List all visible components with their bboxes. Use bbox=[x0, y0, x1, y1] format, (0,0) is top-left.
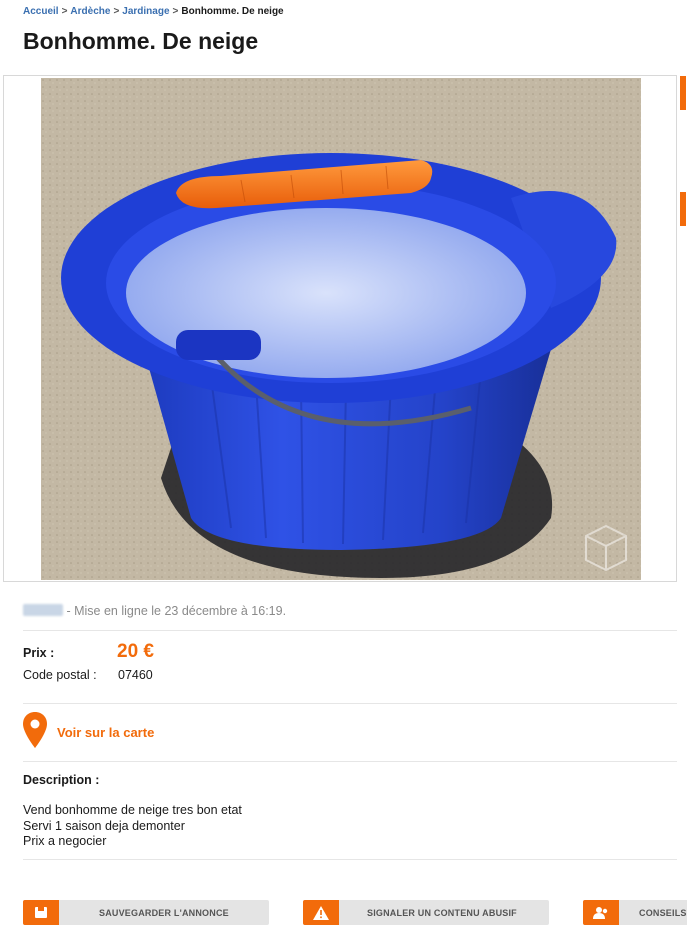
description-line: Prix a negocier bbox=[23, 834, 107, 848]
map-link-label: Voir sur la carte bbox=[57, 724, 155, 740]
divider bbox=[23, 859, 677, 860]
description-label: Description : bbox=[23, 773, 100, 787]
warning-icon bbox=[303, 900, 339, 925]
postal-code-value: 07460 bbox=[118, 668, 153, 682]
posted-date-text: - Mise en ligne le 23 décembre à 16:19. bbox=[66, 604, 287, 618]
breadcrumb: Accueil > Ardèche > Jardinage > Bonhomme. De n… bbox=[23, 6, 284, 17]
posted-date: - Mise en ligne le 23 décembre à 16:19. bbox=[23, 604, 286, 618]
listing-photo[interactable] bbox=[41, 78, 641, 580]
seller-name-blurred[interactable] bbox=[23, 604, 63, 616]
divider bbox=[23, 630, 677, 631]
advice-button[interactable]: CONSEILS bbox=[583, 900, 687, 925]
price-value: 20 € bbox=[117, 641, 154, 662]
photo-side-tab[interactable] bbox=[680, 76, 686, 110]
advice-label: CONSEILS bbox=[639, 907, 687, 918]
description-line: Vend bonhomme de neige tres bon etat bbox=[23, 803, 242, 817]
price-label: Prix : bbox=[23, 646, 55, 660]
save-icon bbox=[23, 900, 59, 925]
map-link[interactable]: Voir sur la carte bbox=[23, 711, 155, 753]
breadcrumb-link-region[interactable]: Ardèche bbox=[70, 6, 110, 17]
report-abuse-button[interactable]: SIGNALER UN CONTENU ABUSIF bbox=[303, 900, 549, 925]
page-title: Bonhomme. De neige bbox=[23, 28, 259, 54]
description-line: Servi 1 saison deja demonter bbox=[23, 819, 185, 833]
divider bbox=[23, 703, 677, 704]
users-icon bbox=[583, 900, 619, 925]
map-pin-icon bbox=[23, 711, 47, 753]
postal-code-label: Code postal : bbox=[23, 668, 97, 682]
breadcrumb-separator: > bbox=[172, 6, 179, 17]
save-listing-button[interactable]: SAUVEGARDER L'ANNONCE bbox=[23, 900, 269, 925]
report-abuse-label: SIGNALER UN CONTENU ABUSIF bbox=[367, 907, 517, 918]
save-listing-label: SAUVEGARDER L'ANNONCE bbox=[99, 907, 229, 918]
breadcrumb-separator: > bbox=[113, 6, 120, 17]
listing-photo-frame bbox=[3, 75, 686, 582]
breadcrumb-current: Bonhomme. De neige bbox=[181, 6, 284, 17]
breadcrumb-separator: > bbox=[61, 6, 68, 17]
divider bbox=[23, 761, 677, 762]
breadcrumb-link-home[interactable]: Accueil bbox=[23, 6, 59, 17]
breadcrumb-link-category[interactable]: Jardinage bbox=[122, 6, 169, 17]
photo-side-tab[interactable] bbox=[680, 192, 686, 226]
